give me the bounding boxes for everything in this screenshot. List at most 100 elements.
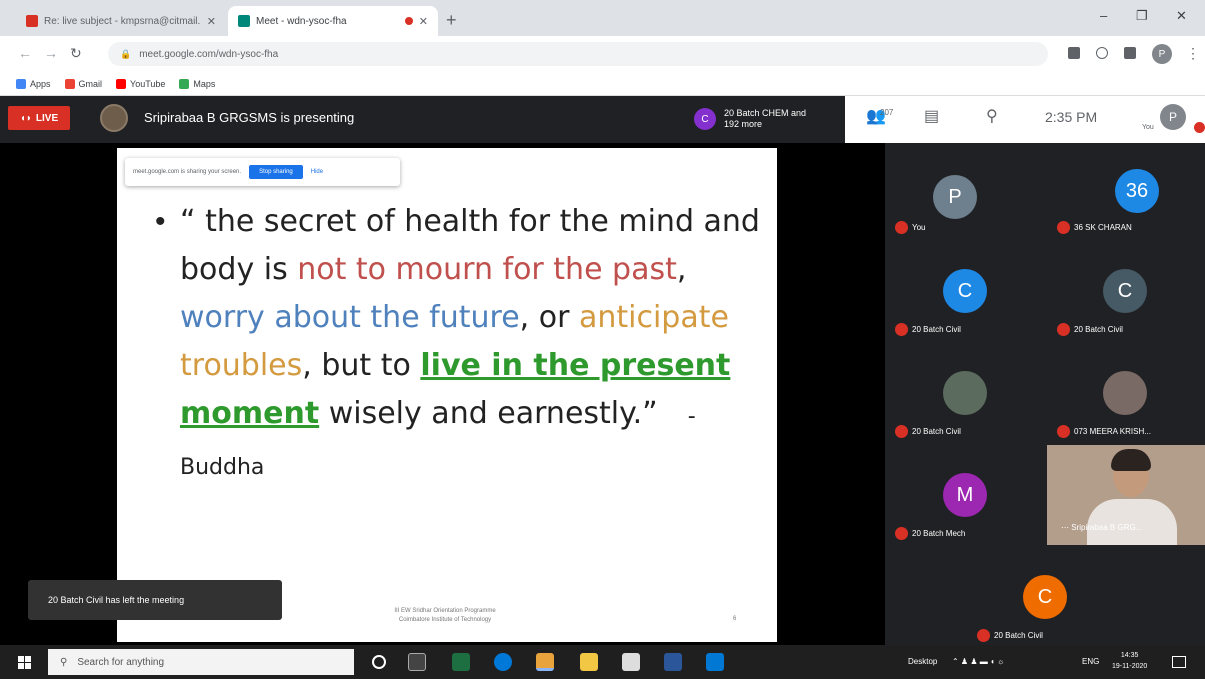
bookmark-apps[interactable]: Apps <box>16 78 51 89</box>
recording-dot-icon <box>404 17 413 25</box>
clock-time: 14:35 <box>1120 652 1139 659</box>
search-placeholder: Search for anything <box>77 656 165 668</box>
chrome-icon[interactable] <box>536 653 554 671</box>
participant-avatar: C <box>943 269 987 313</box>
slide-bullet: • <box>155 205 166 238</box>
profile-avatar[interactable]: P <box>1152 44 1172 64</box>
slide-page-number: 6 <box>733 616 737 622</box>
lock-icon: 🔒 <box>120 48 132 59</box>
close-window-button[interactable]: ✕ <box>1176 8 1187 24</box>
mic-off-icon <box>1194 122 1205 133</box>
taskbar-search[interactable]: ⚲ Search for anything <box>48 649 354 675</box>
participant-avatar: C <box>1023 575 1067 619</box>
tab-meet[interactable]: Meet - wdn-ysoc-fha ✕ <box>228 6 438 36</box>
store-icon[interactable] <box>622 653 640 671</box>
participant-avatar: C <box>1103 269 1147 313</box>
mic-off-icon <box>1057 221 1070 234</box>
clock-date: 19-11-2020 <box>1112 663 1148 670</box>
bookmark-gmail[interactable]: Gmail <box>64 78 102 89</box>
chat-icon[interactable]: ▤ <box>924 106 939 126</box>
extension-icon[interactable] <box>1124 47 1136 59</box>
star-icon[interactable] <box>1096 47 1108 59</box>
quote-blue-text: worry about the future <box>180 300 520 335</box>
close-tab-icon[interactable]: ✕ <box>207 15 216 28</box>
tray-icons[interactable]: ⌃ ♟ ♟ ▬ ◖ ☼ <box>952 657 1004 666</box>
video-person-hair <box>1111 449 1151 471</box>
participant-avatar: 36 <box>1115 169 1159 213</box>
participant-tile[interactable]: C 20 Batch Civil <box>965 551 1125 651</box>
quote-text: , <box>676 252 687 287</box>
tray-desktop[interactable]: Desktop <box>908 657 937 666</box>
participant-photo <box>1103 371 1147 415</box>
maps-icon <box>179 78 190 89</box>
mic-off-icon <box>1057 425 1070 438</box>
edge-icon[interactable] <box>494 653 512 671</box>
meeting-time: 2:35 PM <box>1045 109 1098 125</box>
tray-language[interactable]: ENG <box>1082 657 1099 666</box>
participant-name: 36 SK CHARAN <box>1057 221 1132 234</box>
participant-avatar: P <box>933 175 977 219</box>
reload-icon[interactable]: ↻ <box>70 45 82 62</box>
url-text: meet.google.com/wdn-ysoc-fha <box>139 48 279 60</box>
footer-line: Coimbatore Institute of Technology <box>398 617 492 623</box>
screen-share-bar: meet.google.com is sharing your screen. … <box>125 158 400 186</box>
video-name-label: ⋯ Sripirabaa B GRG... <box>1061 523 1143 532</box>
mic-off-icon <box>977 629 990 642</box>
notification-toast: 20 Batch Civil has left the meeting <box>28 580 282 620</box>
file-explorer-icon[interactable] <box>580 653 598 671</box>
mic-off-icon <box>895 527 908 540</box>
participants-chip[interactable]: C 20 Batch CHEM and 192 more <box>694 104 844 134</box>
word-icon[interactable] <box>664 653 682 671</box>
slide-quote: “ the secret of health for the mind and … <box>180 198 760 492</box>
url-field[interactable]: 🔒 meet.google.com/wdn-ysoc-fha <box>108 42 1048 66</box>
participant-name: 20 Batch Mech <box>895 527 965 540</box>
hide-button[interactable]: Hide <box>311 169 323 175</box>
participant-name: You <box>895 221 926 234</box>
self-avatar[interactable]: P <box>1160 104 1186 130</box>
tab-gmail[interactable]: Re: live subject - kmpsrna@citmail... ✕ <box>16 6 226 36</box>
slide-footer: III EW Sridhar Orientation Programme Coi… <box>340 607 550 625</box>
participant-name: 20 Batch Civil <box>895 323 961 336</box>
forward-icon[interactable]: → <box>44 45 58 61</box>
activities-icon[interactable]: ⚲ <box>986 106 998 126</box>
meet-tools <box>845 96 1205 143</box>
address-bar-row: ← → ↻ 🔒 meet.google.com/wdn-ysoc-fha P ⋮ <box>0 36 1205 72</box>
participant-tile[interactable]: 36 36 SK CHARAN <box>1045 143 1205 243</box>
menu-icon[interactable]: ⋮ <box>1186 45 1200 62</box>
live-icon: ◖◗ <box>19 112 32 124</box>
minimize-button[interactable]: – <box>1100 8 1107 23</box>
new-tab-button[interactable]: + <box>446 10 457 31</box>
participant-tile[interactable]: P You <box>885 143 1045 243</box>
apps-icon <box>16 78 26 89</box>
notification-icon[interactable] <box>1172 656 1186 668</box>
bookmark-maps[interactable]: Maps <box>179 78 215 89</box>
participant-name: 20 Batch Civil <box>895 425 961 438</box>
participant-tile[interactable]: C 20 Batch Civil <box>885 245 1045 345</box>
participants-grid: P You 36 36 SK CHARAN C 20 Batch Civil C… <box>885 143 1205 645</box>
back-icon[interactable]: ← <box>18 45 32 61</box>
bookmark-youtube[interactable]: YouTube <box>116 78 165 89</box>
participant-tile[interactable]: M 20 Batch Mech <box>885 449 1045 549</box>
meet-icon <box>238 15 250 27</box>
self-label: You <box>1142 124 1154 131</box>
maximize-button[interactable]: ❐ <box>1136 8 1148 24</box>
participant-tile[interactable]: 073 MEERA KRISH... <box>1045 347 1205 447</box>
camera-icon[interactable] <box>1068 47 1080 59</box>
close-tab-icon[interactable]: ✕ <box>419 15 428 28</box>
participant-tile[interactable]: C 20 Batch Civil <box>1045 245 1205 345</box>
task-view-icon[interactable] <box>408 653 426 671</box>
stop-sharing-button[interactable]: Stop sharing <box>249 165 303 179</box>
mic-off-icon <box>895 221 908 234</box>
mic-off-icon <box>895 425 908 438</box>
taskbar-clock[interactable]: 14:35 19-11-2020 <box>1112 650 1147 672</box>
participant-tile[interactable]: 20 Batch Civil <box>885 347 1045 447</box>
excel-icon[interactable] <box>452 653 470 671</box>
footer-line: III EW Sridhar Orientation Programme <box>394 608 496 614</box>
mail-icon[interactable] <box>706 653 724 671</box>
windows-start-icon[interactable] <box>18 656 31 669</box>
cortana-icon[interactable] <box>372 655 386 669</box>
gmail-icon <box>26 15 38 27</box>
quote-text: , or <box>519 300 579 335</box>
presenter-video-tile[interactable]: ⋯ Sripirabaa B GRG... <box>1047 445 1205 545</box>
participant-count: 207 <box>880 108 894 117</box>
